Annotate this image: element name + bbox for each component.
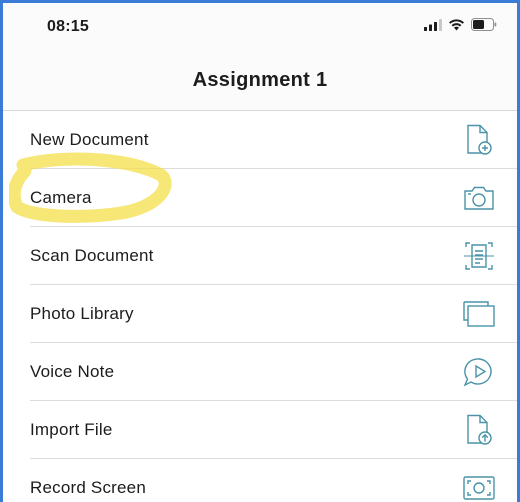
page-title: Assignment 1 bbox=[192, 69, 328, 91]
battery-icon bbox=[471, 18, 497, 36]
new-document-icon bbox=[461, 122, 497, 158]
menu-item-camera[interactable]: Camera bbox=[3, 169, 517, 227]
navigation-bar: Assignment 1 bbox=[3, 51, 517, 111]
menu-item-label: Scan Document bbox=[30, 246, 154, 265]
menu-item-new-document[interactable]: New Document bbox=[3, 111, 517, 169]
menu-item-voice-note[interactable]: Voice Note bbox=[3, 343, 517, 401]
menu-item-label: Voice Note bbox=[30, 362, 115, 381]
voice-note-icon bbox=[461, 354, 497, 390]
menu-item-label: New Document bbox=[30, 130, 149, 149]
phone-screen: 08:15 Assignment 1 New Document Camera S… bbox=[0, 0, 520, 502]
menu-item-label: Record Screen bbox=[30, 478, 146, 497]
import-file-icon bbox=[461, 412, 497, 448]
menu-item-import-file[interactable]: Import File bbox=[3, 401, 517, 459]
scan-document-icon bbox=[461, 238, 497, 274]
menu-item-label: Camera bbox=[30, 188, 92, 207]
record-screen-icon bbox=[461, 470, 497, 502]
camera-icon bbox=[461, 180, 497, 216]
menu-item-scan-document[interactable]: Scan Document bbox=[3, 227, 517, 285]
menu-item-photo-library[interactable]: Photo Library bbox=[3, 285, 517, 343]
menu-item-label: Import File bbox=[30, 420, 113, 439]
signal-icon bbox=[424, 18, 442, 36]
wifi-icon bbox=[448, 18, 465, 36]
add-menu-list: New Document Camera Scan Document Photo … bbox=[3, 111, 517, 502]
status-time: 08:15 bbox=[47, 18, 89, 35]
photo-library-icon bbox=[461, 296, 497, 332]
menu-item-record-screen[interactable]: Record Screen bbox=[3, 459, 517, 502]
status-bar: 08:15 bbox=[3, 3, 517, 51]
menu-item-label: Photo Library bbox=[30, 304, 134, 323]
status-icons bbox=[424, 18, 497, 36]
